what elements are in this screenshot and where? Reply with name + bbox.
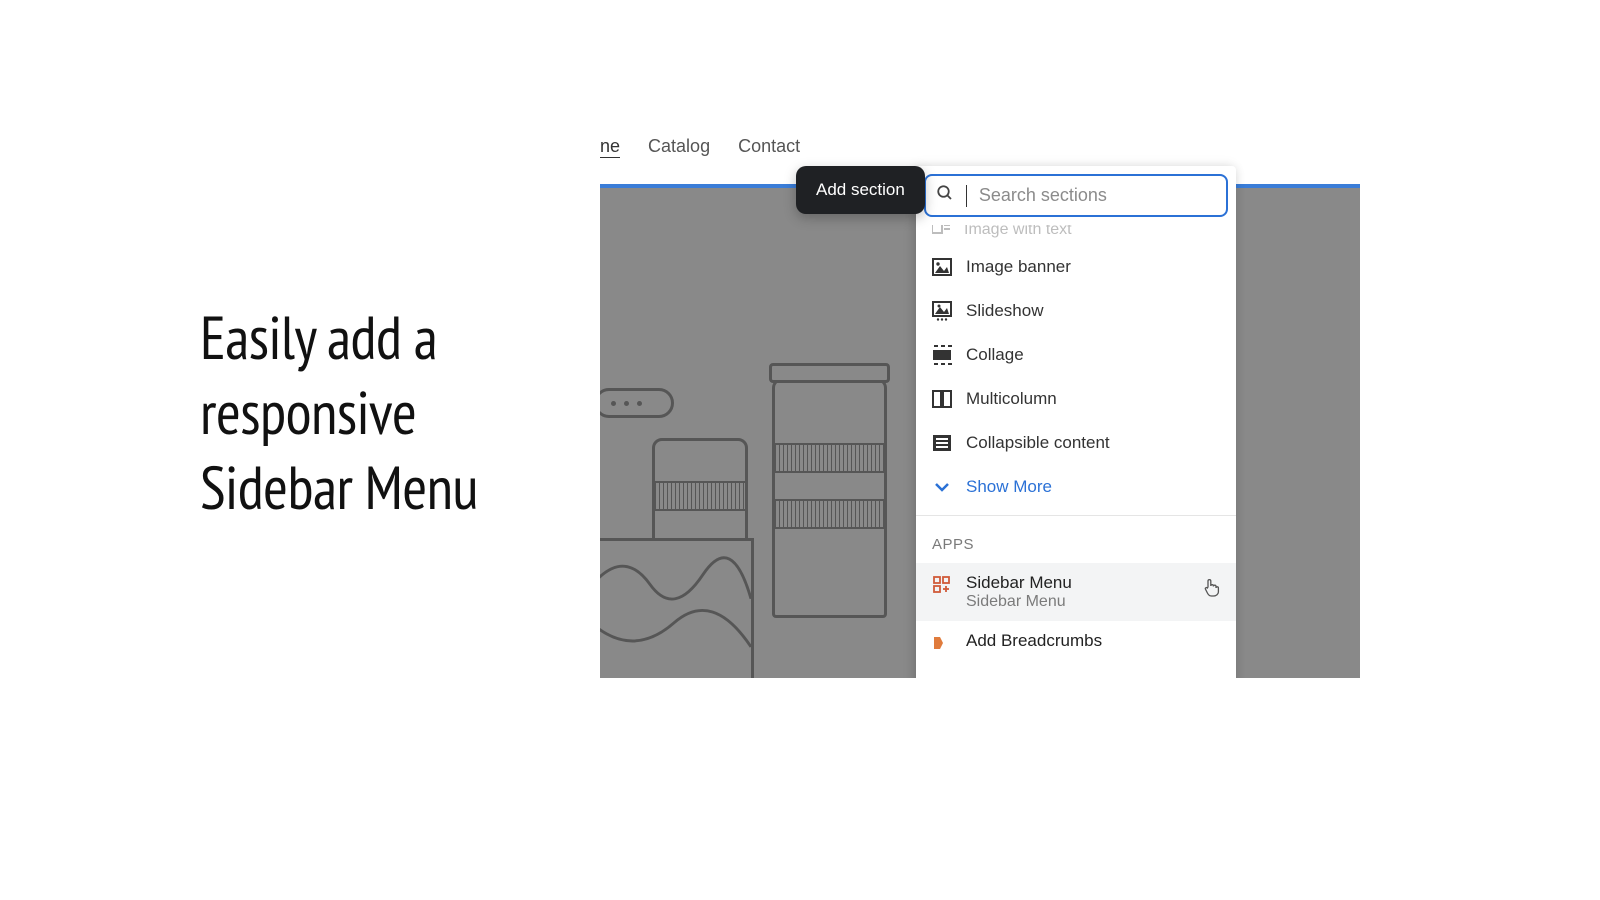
chevron-down-icon xyxy=(932,477,952,497)
section-item-image-banner[interactable]: Image banner xyxy=(916,245,1236,289)
search-sections-field[interactable] xyxy=(924,174,1228,217)
add-section-tooltip: Add section xyxy=(796,166,925,214)
section-item-label: Image banner xyxy=(966,257,1071,277)
app-breadcrumbs-icon xyxy=(932,633,952,653)
section-item-image-with-text[interactable]: Image with text xyxy=(916,225,1236,245)
show-more-label: Show More xyxy=(966,477,1052,497)
section-item-label: Collage xyxy=(966,345,1024,365)
app-sidebar-icon xyxy=(932,575,952,595)
section-picker-panel: Image with text Image banner Slideshow C… xyxy=(916,166,1236,678)
app-title: Add Breadcrumbs xyxy=(966,631,1102,651)
collapsible-icon xyxy=(932,433,952,453)
headline-text: Easily add a responsive Sidebar Menu xyxy=(200,300,478,525)
text-cursor xyxy=(966,185,967,207)
slideshow-icon xyxy=(932,301,952,321)
section-item-collapsible-content[interactable]: Collapsible content xyxy=(916,421,1236,465)
app-item-add-breadcrumbs[interactable]: Add Breadcrumbs xyxy=(916,621,1236,663)
section-item-multicolumn[interactable]: Multicolumn xyxy=(916,377,1236,421)
multicolumn-icon xyxy=(932,389,952,409)
section-item-collage[interactable]: Collage xyxy=(916,333,1236,377)
editor-screenshot: ne Catalog Contact Add section xyxy=(600,128,1360,678)
image-icon xyxy=(932,257,952,277)
section-item-label: Collapsible content xyxy=(966,433,1110,453)
section-item-label: Slideshow xyxy=(966,301,1044,321)
app-item-sidebar-menu[interactable]: Sidebar Menu Sidebar Menu xyxy=(916,563,1236,621)
nav-link-catalog[interactable]: Catalog xyxy=(648,136,710,158)
preview-right-sliver xyxy=(1236,184,1360,678)
section-item-label: Multicolumn xyxy=(966,389,1057,409)
app-title: Sidebar Menu xyxy=(966,573,1072,593)
apps-group-label: APPS xyxy=(916,516,1236,563)
section-item-slideshow[interactable]: Slideshow xyxy=(916,289,1236,333)
cursor-hand-icon xyxy=(1202,577,1220,602)
section-item-label: Image with text xyxy=(964,225,1072,239)
collage-icon xyxy=(932,345,952,365)
search-icon xyxy=(936,184,954,207)
app-subtitle: Sidebar Menu xyxy=(966,593,1072,611)
nav-link-home[interactable]: ne xyxy=(600,136,620,158)
section-list: Image with text Image banner Slideshow C… xyxy=(916,217,1236,663)
search-input[interactable] xyxy=(979,185,1216,206)
image-text-icon xyxy=(932,225,950,240)
nav-link-contact[interactable]: Contact xyxy=(738,136,800,158)
show-more-button[interactable]: Show More xyxy=(916,465,1236,509)
